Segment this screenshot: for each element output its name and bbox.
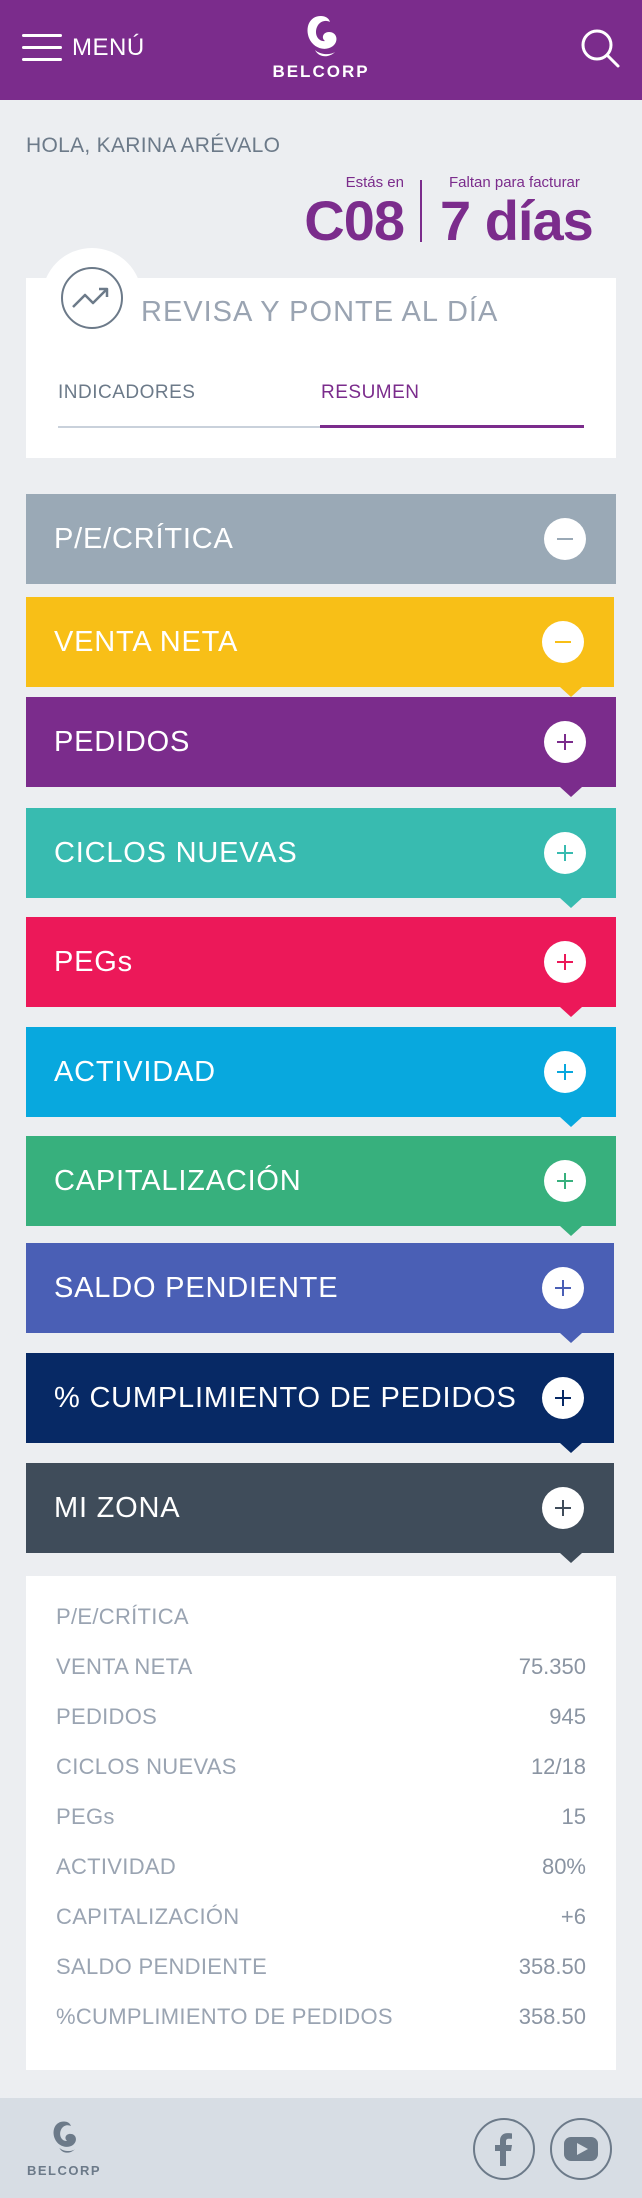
- accordion-item-label: PEGs: [54, 946, 133, 978]
- summary-row: P/E/CRÍTICA: [56, 1596, 586, 1636]
- accordion-item-label: SALDO PENDIENTE: [54, 1272, 339, 1304]
- accordion-item[interactable]: % CUMPLIMIENTO DE PEDIDOS: [26, 1353, 614, 1453]
- summary-row-label: PEGs: [56, 1804, 115, 1829]
- summary-row-value: 12/18: [530, 1754, 586, 1779]
- billing-value: 7 días: [440, 189, 594, 252]
- accordion-item[interactable]: PEGs: [26, 917, 616, 1017]
- summary-row: PEDIDOS 945: [56, 1696, 586, 1736]
- summary-row-label: ACTIVIDAD: [56, 1854, 177, 1879]
- accordion-item-label: CAPITALIZACIÓN: [54, 1165, 302, 1197]
- youtube-icon: [564, 2137, 598, 2161]
- tab-underline: [58, 426, 320, 428]
- review-card: REVISA Y PONTE AL DÍA INDICADORES RESUME…: [26, 248, 616, 458]
- plus-icon[interactable]: [544, 1160, 586, 1202]
- accordion-notch: [560, 787, 582, 797]
- summary-row-value: +6: [560, 1904, 586, 1929]
- summary-row: ACTIVIDAD 80%: [56, 1846, 586, 1886]
- billing-indicator: Faltan para facturar 7 días: [440, 174, 620, 251]
- summary-row-label: VENTA NETA: [56, 1654, 193, 1679]
- accordion-item-label: % CUMPLIMIENTO DE PEDIDOS: [54, 1382, 517, 1414]
- campaign-value: C08: [304, 189, 405, 252]
- plus-icon[interactable]: [542, 1267, 584, 1309]
- menu-button[interactable]: MENÚ: [22, 28, 145, 68]
- accordion-notch: [560, 898, 582, 908]
- logo-text: BELCORP: [272, 62, 370, 81]
- plus-icon[interactable]: [542, 1377, 584, 1419]
- plus-icon[interactable]: [542, 1487, 584, 1529]
- summary-row-label: CICLOS NUEVAS: [56, 1754, 237, 1779]
- accordion-item-label: MI ZONA: [54, 1492, 181, 1524]
- accordion-notch: [560, 687, 582, 697]
- summary-panel: P/E/CRÍTICA VENTA NETA 75.350 PEDIDOS 945 CIC…: [26, 1576, 616, 2070]
- summary-row-value: 15: [561, 1804, 586, 1829]
- summary-row: %CUMPLIMIENTO DE PEDIDOS 358.50: [56, 1996, 586, 2036]
- summary-row-value: 358.50: [518, 2004, 586, 2029]
- accordion-item-label: P/E/CRÍTICA: [54, 523, 234, 555]
- summary-row-label: CAPITALIZACIÓN: [56, 1904, 240, 1929]
- belcorp-logo-icon: [307, 16, 337, 57]
- summary-row: VENTA NETA 75.350: [56, 1646, 586, 1686]
- footer-logo-text: BELCORP: [26, 2163, 102, 2178]
- menu-label: MENÚ: [72, 34, 145, 61]
- summary-row-value: 75.350: [518, 1654, 586, 1679]
- accordion-item[interactable]: ACTIVIDAD: [26, 1027, 616, 1127]
- accordion-item-label: PEDIDOS: [54, 726, 191, 758]
- belcorp-logo-icon: [53, 2121, 76, 2153]
- plus-icon[interactable]: [544, 832, 586, 874]
- plus-icon[interactable]: [544, 941, 586, 983]
- accordion-item[interactable]: SALDO PENDIENTE: [26, 1243, 614, 1343]
- search-button[interactable]: [578, 26, 622, 70]
- summary-row: CICLOS NUEVAS 12/18: [56, 1746, 586, 1786]
- tab-active-underline: [320, 425, 584, 428]
- tab-resumen[interactable]: RESUMEN: [321, 382, 420, 404]
- minus-icon[interactable]: [544, 518, 586, 560]
- accordion-item[interactable]: PEDIDOS: [26, 697, 616, 797]
- accordion-notch: [560, 1333, 582, 1343]
- youtube-button[interactable]: [550, 2118, 612, 2180]
- trend-badge: [42, 248, 142, 348]
- accordion-item[interactable]: MI ZONA: [26, 1463, 614, 1563]
- campaign-indicator: Estás en C08: [296, 174, 405, 252]
- accordion-notch: [560, 1117, 582, 1127]
- accordion-item[interactable]: CICLOS NUEVAS: [26, 808, 616, 908]
- accordion-notch: [560, 1007, 582, 1017]
- minus-icon[interactable]: [542, 621, 584, 663]
- accordion-notch: [560, 1553, 582, 1563]
- facebook-button[interactable]: [473, 2118, 535, 2180]
- accordion-item-label: VENTA NETA: [54, 626, 239, 658]
- summary-row-label: %CUMPLIMIENTO DE PEDIDOS: [56, 2004, 393, 2029]
- vertical-divider: [420, 180, 422, 242]
- plus-icon[interactable]: [544, 1051, 586, 1093]
- footer: BELCORP: [0, 2098, 642, 2198]
- accordion-notch: [560, 1443, 582, 1453]
- footer-logo[interactable]: BELCORP: [22, 2118, 106, 2178]
- search-icon: [581, 29, 620, 68]
- accordion-item[interactable]: CAPITALIZACIÓN: [26, 1136, 616, 1236]
- summary-row-value: 945: [549, 1704, 586, 1729]
- greeting-text: HOLA, KARINA ARÉVALO: [26, 134, 281, 157]
- summary-row: CAPITALIZACIÓN +6: [56, 1896, 586, 1936]
- summary-row-label: PEDIDOS: [56, 1704, 158, 1729]
- summary-row-value: 80%: [541, 1854, 586, 1879]
- trend-up-icon: [61, 267, 123, 329]
- tab-indicadores[interactable]: INDICADORES: [58, 382, 195, 404]
- summary-row-label: P/E/CRÍTICA: [56, 1604, 189, 1629]
- top-header: MENÚ BELCORP: [0, 0, 642, 100]
- summary-row: SALDO PENDIENTE 358.50: [56, 1946, 586, 1986]
- accordion-item-label: ACTIVIDAD: [54, 1056, 216, 1088]
- accordion-item[interactable]: P/E/CRÍTICA: [26, 494, 616, 584]
- summary-row-value: 358.50: [518, 1954, 586, 1979]
- review-title: REVISA Y PONTE AL DÍA: [141, 296, 499, 328]
- accordion-item[interactable]: VENTA NETA: [26, 597, 614, 697]
- facebook-icon: [495, 2133, 512, 2166]
- plus-icon[interactable]: [544, 721, 586, 763]
- hamburger-icon: [22, 32, 62, 64]
- belcorp-logo[interactable]: BELCORP: [271, 12, 371, 92]
- summary-row: PEGs 15: [56, 1796, 586, 1836]
- accordion-item-label: CICLOS NUEVAS: [54, 837, 298, 869]
- accordion-notch: [560, 1226, 582, 1236]
- summary-row-label: SALDO PENDIENTE: [56, 1954, 268, 1979]
